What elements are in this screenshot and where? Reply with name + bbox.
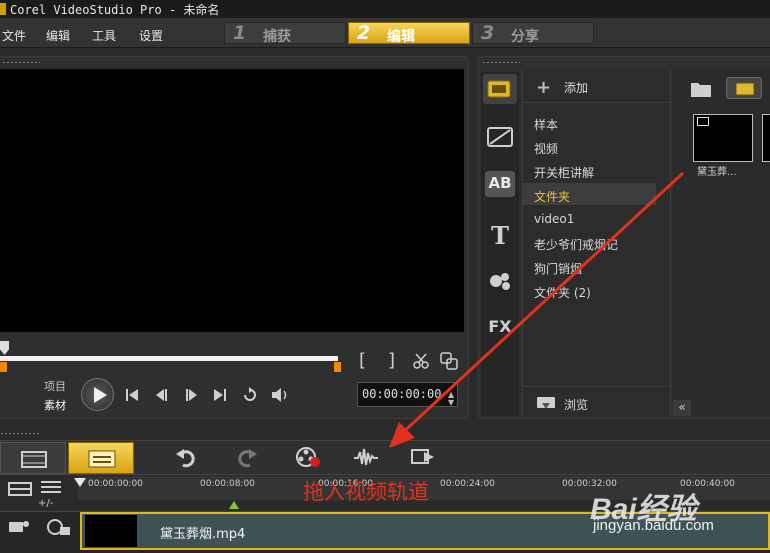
watermark-url: jingyan.baidu.com [593,517,714,534]
annotation-text: 拖入视频轨道 [303,480,429,504]
annotation-arrow [389,171,685,448]
